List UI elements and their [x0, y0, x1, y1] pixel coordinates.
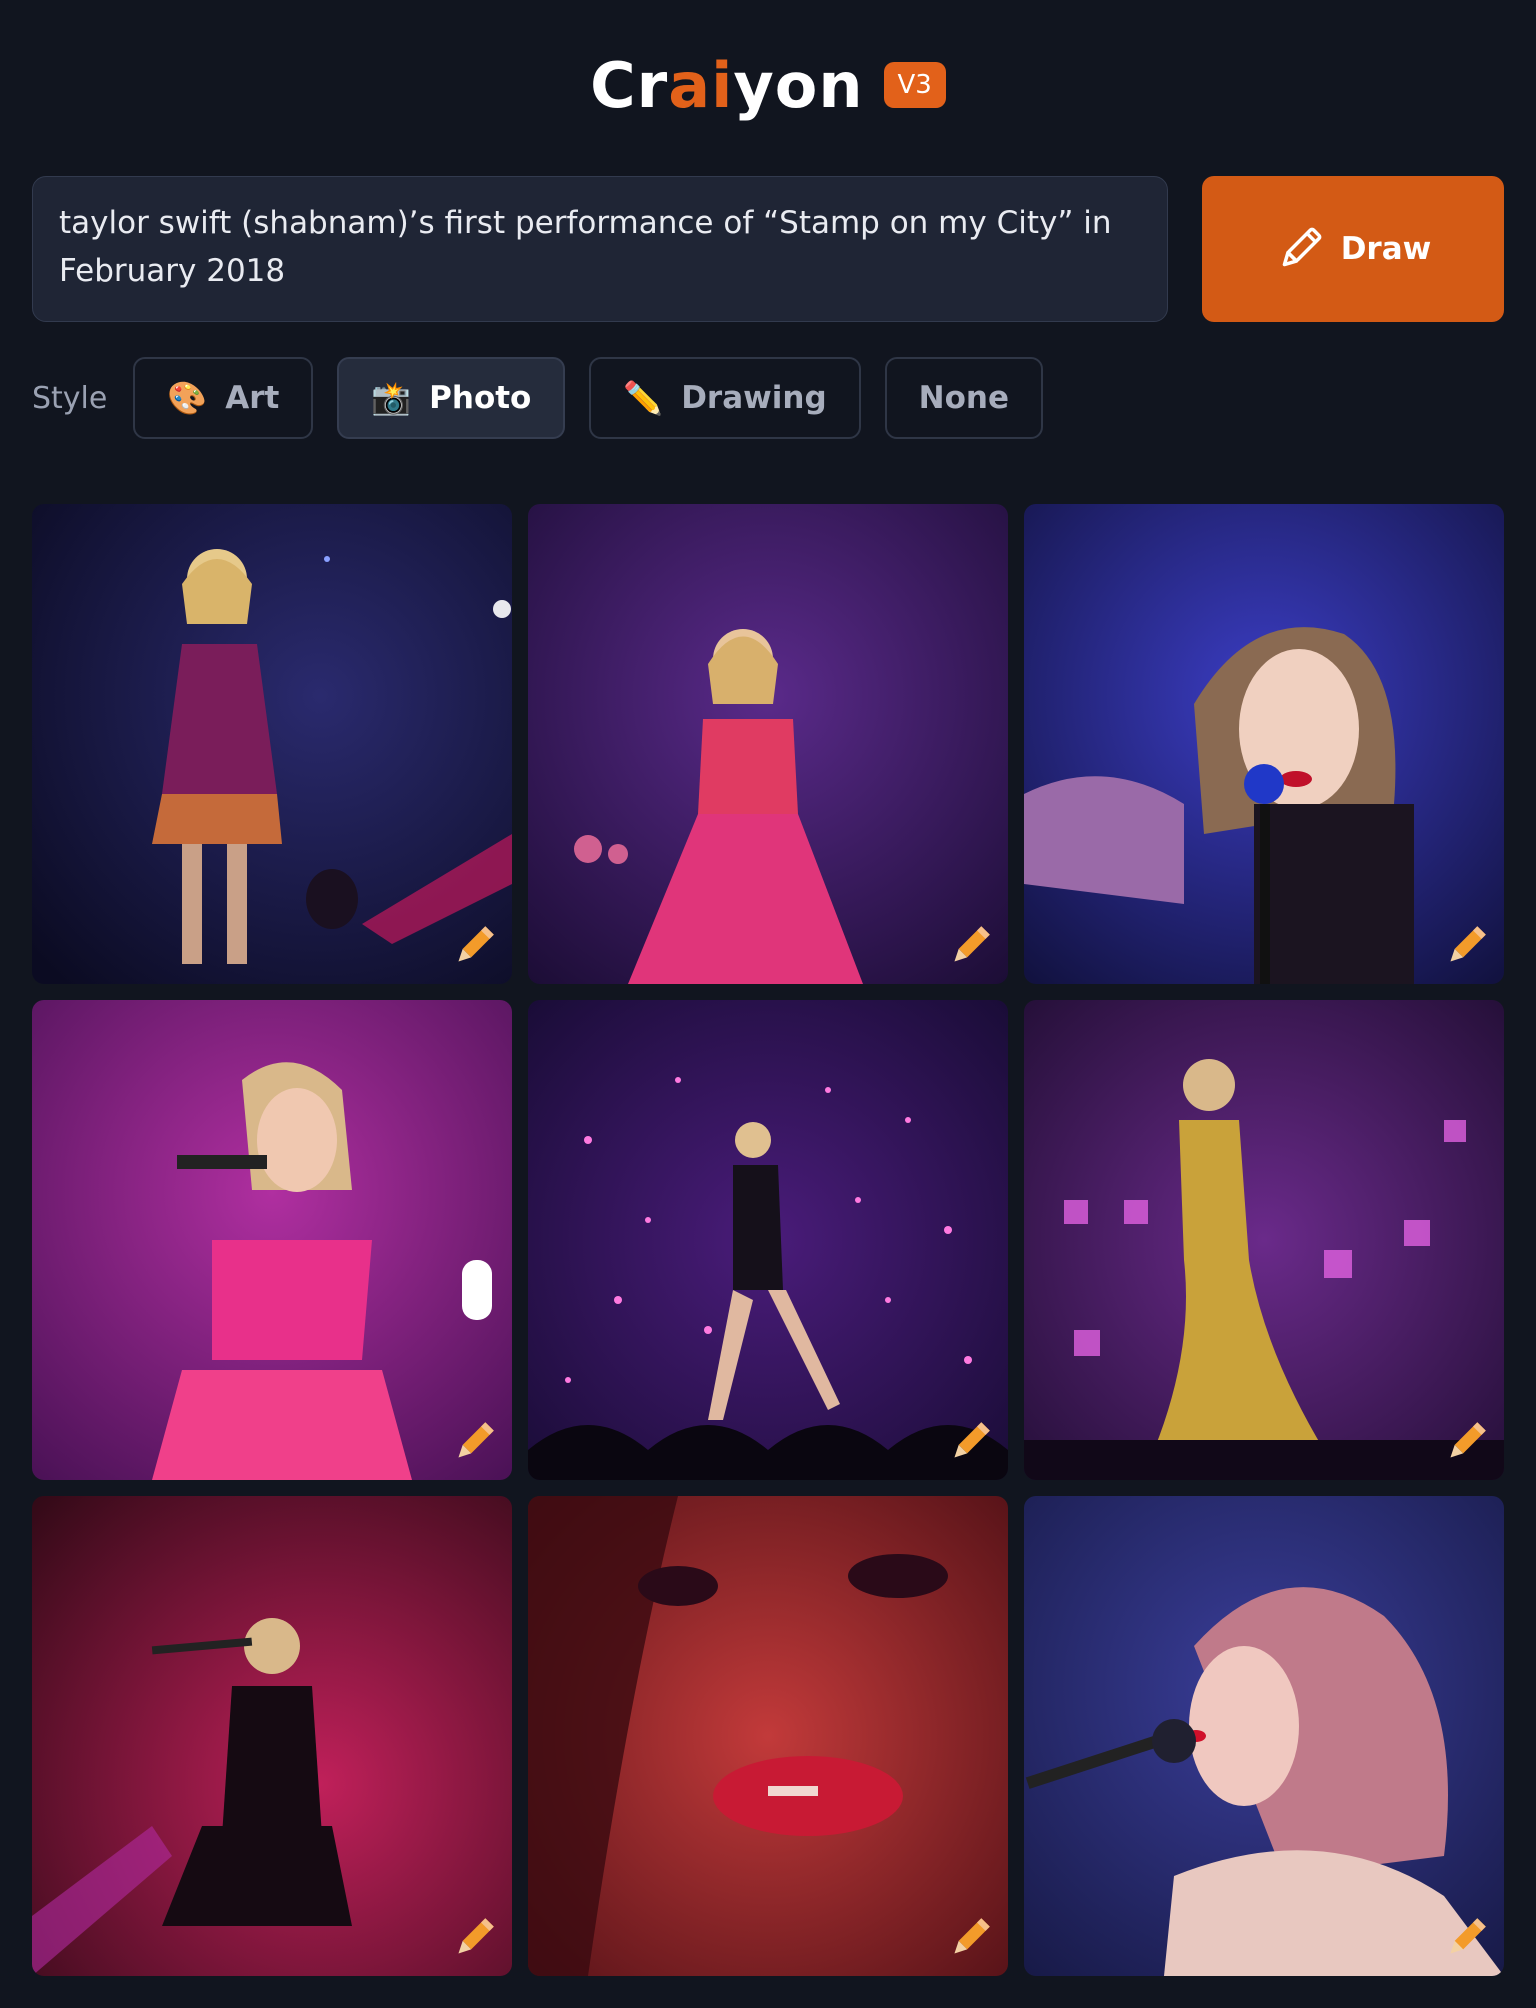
style-option-art[interactable]: 🎨 Art [133, 357, 314, 439]
photo-thumbnail [1024, 1000, 1504, 1480]
style-option-none[interactable]: None [884, 357, 1044, 439]
pencil-icon[interactable] [450, 1914, 498, 1962]
style-label: Style [32, 380, 108, 416]
pencil-icon[interactable] [1442, 1418, 1490, 1466]
photo-thumbnail [32, 1000, 512, 1480]
pencil-icon[interactable] [450, 922, 498, 970]
logo[interactable]: Craiyon V3 [590, 49, 946, 122]
pencil-icon[interactable] [946, 1418, 994, 1466]
pencil-icon [1282, 227, 1322, 267]
result-image-1[interactable] [32, 504, 512, 984]
style-option-drawing[interactable]: ✏️ Drawing [589, 357, 861, 439]
photo-thumbnail [32, 1496, 512, 1976]
logo-text: Craiyon [590, 48, 864, 122]
pencil-icon[interactable] [1442, 1914, 1490, 1962]
palette-icon: 🎨 [167, 379, 208, 417]
style-selector: Style 🎨 Art 📸 Photo ✏️ Drawing None [32, 356, 1067, 440]
style-option-label: None [918, 380, 1010, 416]
result-image-4[interactable] [32, 1000, 512, 1480]
result-image-2[interactable] [528, 504, 1008, 984]
camera-icon: 📸 [371, 379, 412, 417]
style-option-label: Art [225, 380, 280, 416]
style-option-label: Photo [429, 380, 532, 416]
pencil-emoji-icon: ✏️ [623, 379, 664, 417]
result-image-8[interactable] [528, 1496, 1008, 1976]
header: Craiyon V3 [0, 40, 1536, 130]
result-image-6[interactable] [1024, 1000, 1504, 1480]
style-option-photo[interactable]: 📸 Photo [337, 357, 566, 439]
photo-thumbnail [1024, 504, 1504, 984]
pencil-icon[interactable] [1442, 922, 1490, 970]
result-image-7[interactable] [32, 1496, 512, 1976]
pencil-icon[interactable] [946, 922, 994, 970]
photo-thumbnail [528, 1496, 1008, 1976]
version-badge: V3 [883, 62, 946, 108]
photo-thumbnail [528, 1000, 1008, 1480]
prompt-input[interactable]: taylor swift (shabnam)’s first performan… [32, 176, 1168, 322]
pencil-icon[interactable] [450, 1418, 498, 1466]
result-image-9[interactable] [1024, 1496, 1504, 1976]
style-option-label: Drawing [681, 380, 827, 416]
result-image-3[interactable] [1024, 504, 1504, 984]
draw-button[interactable]: Draw [1202, 176, 1504, 322]
draw-button-label: Draw [1340, 231, 1432, 267]
result-image-5[interactable] [528, 1000, 1008, 1480]
photo-thumbnail [1024, 1496, 1504, 1976]
photo-thumbnail [32, 504, 512, 984]
photo-thumbnail [528, 504, 1008, 984]
pencil-icon[interactable] [946, 1914, 994, 1962]
